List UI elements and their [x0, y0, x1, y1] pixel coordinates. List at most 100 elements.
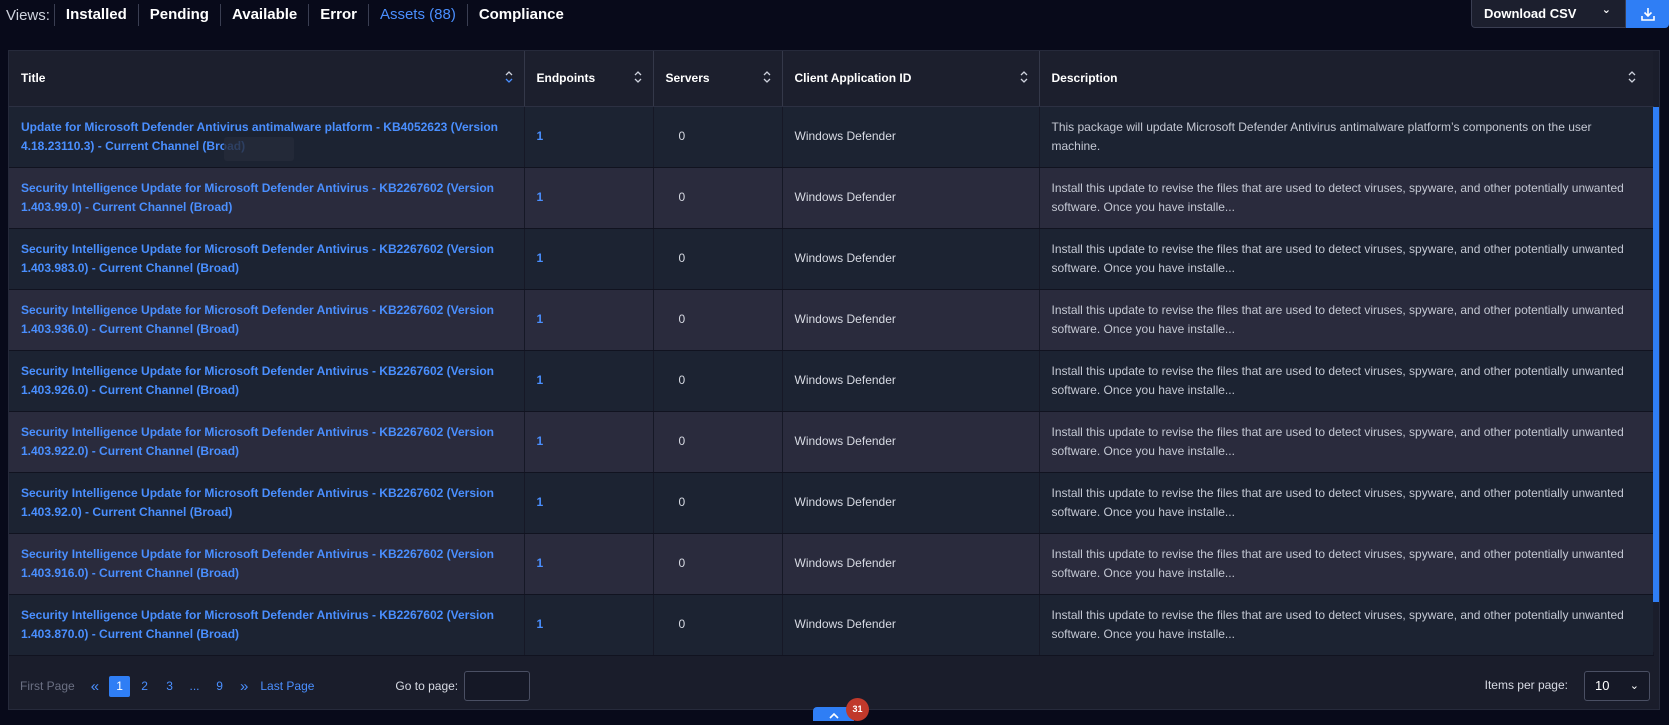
sort-icon[interactable] — [633, 69, 643, 85]
row-description: Install this update to revise the files … — [1039, 289, 1654, 351]
table-row: Security Intelligence Update for Microso… — [9, 167, 1654, 229]
row-description: This package will update Microsoft Defen… — [1039, 106, 1654, 168]
table-row: Security Intelligence Update for Microso… — [9, 594, 1654, 656]
items-per-page-label: Items per page: — [1484, 678, 1568, 692]
column-header-endpoints[interactable]: Endpoints — [524, 51, 654, 107]
download-icon — [1640, 8, 1655, 21]
row-client-id: Windows Defender — [782, 411, 1040, 473]
table-row: Security Intelligence Update for Microso… — [9, 228, 1654, 290]
notification-badge[interactable]: 31 — [846, 698, 869, 721]
table-row: Security Intelligence Update for Microso… — [9, 472, 1654, 534]
tab-assets[interactable]: Assets (88) — [367, 4, 467, 26]
first-page-link[interactable]: First Page — [20, 679, 75, 693]
assets-panel: Title Endpoints Servers Client Applicati… — [8, 50, 1660, 710]
column-header-title[interactable]: Title — [9, 51, 525, 107]
column-header-label: Endpoints — [536, 71, 596, 86]
row-client-id: Windows Defender — [782, 289, 1040, 351]
table-row: Security Intelligence Update for Microso… — [9, 533, 1654, 595]
row-title-link[interactable]: Security Intelligence Update for Microso… — [9, 594, 525, 656]
row-client-id: Windows Defender — [782, 106, 1040, 168]
page-button-1[interactable]: 1 — [109, 675, 131, 697]
row-title-link[interactable]: Security Intelligence Update for Microso… — [9, 289, 525, 351]
row-client-id: Windows Defender — [782, 228, 1040, 290]
sort-icon[interactable] — [1627, 69, 1637, 85]
goto-page-label: Go to page: — [395, 679, 459, 693]
row-servers: 0 — [653, 594, 783, 656]
row-title-link[interactable]: Security Intelligence Update for Microso… — [9, 228, 525, 290]
row-endpoints-link[interactable]: 1 — [524, 472, 654, 534]
row-client-id: Windows Defender — [782, 472, 1040, 534]
row-servers: 0 — [653, 167, 783, 229]
page-ellipsis[interactable]: ... — [184, 676, 205, 697]
views-bar: Views: Installed Pending Available Error… — [0, 0, 1669, 30]
column-header-label: Description — [1051, 71, 1118, 86]
row-servers: 0 — [653, 289, 783, 351]
row-servers: 0 — [653, 411, 783, 473]
page-button-9[interactable]: 9 — [209, 676, 230, 697]
row-client-id: Windows Defender — [782, 594, 1040, 656]
sort-icon[interactable] — [1019, 69, 1029, 85]
sort-icon[interactable] — [504, 69, 514, 85]
tab-error[interactable]: Error — [308, 4, 368, 26]
table-row: Security Intelligence Update for Microso… — [9, 289, 1654, 351]
row-servers: 0 — [653, 106, 783, 168]
row-client-id: Windows Defender — [782, 167, 1040, 229]
sort-icon[interactable] — [762, 69, 772, 85]
table-row: Security Intelligence Update for Microso… — [9, 350, 1654, 412]
scrollbar-thumb[interactable] — [1653, 107, 1659, 602]
row-title-link[interactable]: Security Intelligence Update for Microso… — [9, 411, 525, 473]
page-button-3[interactable]: 3 — [159, 676, 180, 697]
column-header-label: Title — [21, 71, 46, 86]
row-servers: 0 — [653, 472, 783, 534]
table-row: Security Intelligence Update for Microso… — [9, 411, 1654, 473]
row-endpoints-link[interactable]: 1 — [524, 411, 654, 473]
row-title-link[interactable]: Security Intelligence Update for Microso… — [9, 167, 525, 229]
row-description: Install this update to revise the files … — [1039, 533, 1654, 595]
row-title-link[interactable]: Security Intelligence Update for Microso… — [9, 350, 525, 412]
last-page-link[interactable]: Last Page — [260, 679, 314, 693]
tooltip — [224, 137, 294, 161]
row-description: Install this update to revise the files … — [1039, 228, 1654, 290]
column-header-servers[interactable]: Servers — [653, 51, 783, 107]
row-servers: 0 — [653, 228, 783, 290]
tab-compliance[interactable]: Compliance — [466, 4, 575, 26]
download-csv-button[interactable]: Download CSV ⌄ — [1471, 0, 1626, 28]
tab-pending[interactable]: Pending — [137, 4, 220, 26]
column-header-client-application-id[interactable]: Client Application ID — [782, 51, 1040, 107]
column-header-description[interactable]: Description — [1039, 51, 1653, 107]
row-servers: 0 — [653, 533, 783, 595]
chevron-down-icon: ⌄ — [1629, 680, 1639, 692]
page-button-2[interactable]: 2 — [134, 676, 155, 697]
row-client-id: Windows Defender — [782, 533, 1040, 595]
double-chevron-left-icon[interactable]: « — [91, 678, 99, 695]
row-endpoints-link[interactable]: 1 — [524, 289, 654, 351]
row-description: Install this update to revise the files … — [1039, 594, 1654, 656]
row-servers: 0 — [653, 350, 783, 412]
export-button[interactable] — [1626, 0, 1669, 28]
row-endpoints-link[interactable]: 1 — [524, 167, 654, 229]
row-endpoints-link[interactable]: 1 — [524, 533, 654, 595]
row-title-link[interactable]: Security Intelligence Update for Microso… — [9, 533, 525, 595]
row-description: Install this update to revise the files … — [1039, 411, 1654, 473]
items-per-page-select[interactable]: 10 ⌄ — [1584, 671, 1650, 701]
row-title-link[interactable]: Security Intelligence Update for Microso… — [9, 472, 525, 534]
column-header-label: Servers — [665, 71, 710, 86]
row-description: Install this update to revise the files … — [1039, 472, 1654, 534]
goto-page-input[interactable] — [464, 671, 531, 701]
table-header-row: Title Endpoints Servers Client Applicati… — [9, 51, 1653, 107]
download-csv-label: Download CSV — [1484, 6, 1577, 21]
items-per-page-value: 10 — [1595, 678, 1610, 693]
chevron-down-icon: ⌄ — [1601, 4, 1611, 16]
double-chevron-right-icon[interactable]: » — [240, 678, 248, 695]
row-description: Install this update to revise the files … — [1039, 167, 1654, 229]
column-header-label: Client Application ID — [794, 71, 912, 86]
tab-available[interactable]: Available — [219, 4, 308, 26]
pagination: First Page « 1 2 3 ... 9 » Last Page Go … — [9, 663, 1659, 709]
row-endpoints-link[interactable]: 1 — [524, 106, 654, 168]
tab-installed[interactable]: Installed — [53, 4, 138, 26]
row-endpoints-link[interactable]: 1 — [524, 228, 654, 290]
row-description: Install this update to revise the files … — [1039, 350, 1654, 412]
row-endpoints-link[interactable]: 1 — [524, 594, 654, 656]
row-endpoints-link[interactable]: 1 — [524, 350, 654, 412]
views-label: Views: — [6, 6, 50, 24]
